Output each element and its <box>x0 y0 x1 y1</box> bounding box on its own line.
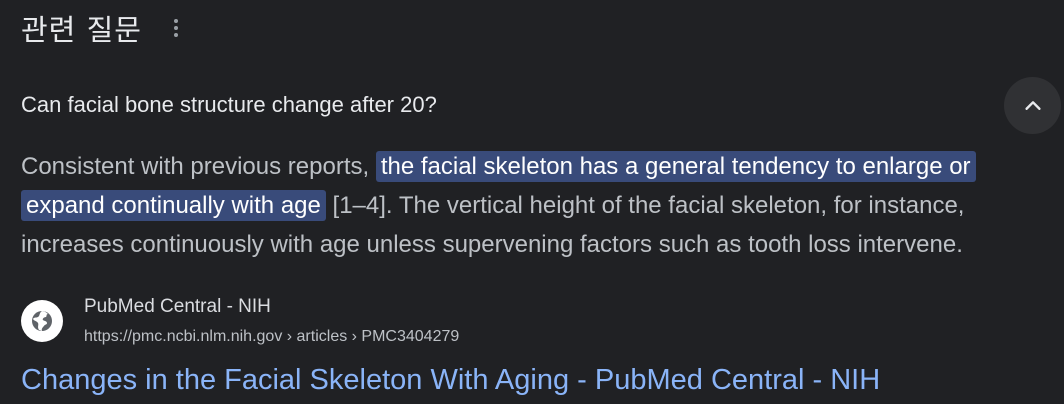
source-url: https://pmc.ncbi.nlm.nih.gov › articles … <box>84 328 460 345</box>
chevron-up-icon <box>1024 100 1041 110</box>
more-options-icon-dot <box>173 26 178 30</box>
question-title[interactable]: Can facial bone structure change after 2… <box>21 92 437 118</box>
answer-snippet: Consistent with previous reports, the fa… <box>21 147 1051 264</box>
source-favicon <box>21 300 63 342</box>
more-options-button[interactable] <box>166 12 186 44</box>
section-header: 관련 질문 <box>21 8 186 48</box>
result-title-link[interactable]: Changes in the Facial Skeleton With Agin… <box>21 364 880 397</box>
more-options-icon <box>173 19 178 23</box>
source-text: PubMed Central - NIH https://pmc.ncbi.nl… <box>84 294 459 348</box>
globe-icon <box>32 311 52 331</box>
more-options-icon-dot <box>173 33 178 37</box>
answer-text-before: Consistent with previous reports, <box>21 153 376 180</box>
section-title: 관련 질문 <box>21 13 142 47</box>
collapse-button[interactable] <box>1004 77 1061 134</box>
source-name: PubMed Central - NIH <box>84 296 271 317</box>
source-info[interactable]: PubMed Central - NIH https://pmc.ncbi.nl… <box>21 294 459 348</box>
